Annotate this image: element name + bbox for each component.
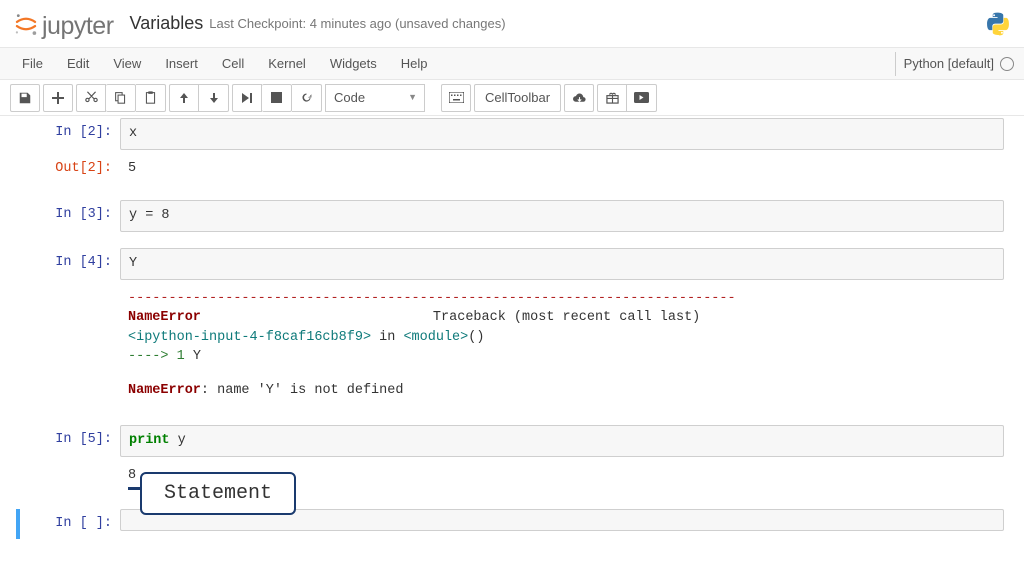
code-input[interactable]: y = 8 xyxy=(120,200,1004,232)
arrow-up-icon xyxy=(178,92,190,104)
paste-icon xyxy=(144,91,157,104)
code-input[interactable]: Y xyxy=(120,248,1004,280)
paste-button[interactable] xyxy=(136,84,166,112)
menu-view[interactable]: View xyxy=(101,50,153,77)
logo[interactable]: jupyter xyxy=(6,4,120,43)
notebook-title[interactable]: Variables xyxy=(130,13,204,34)
keyboard-icon xyxy=(449,92,464,103)
code-cell[interactable]: In [4]: Y xyxy=(20,248,1004,280)
output-text: 5 xyxy=(120,154,1004,184)
checkpoint-text: Last Checkpoint: 4 minutes ago (unsaved … xyxy=(209,16,505,31)
cloud-download-button[interactable] xyxy=(564,84,594,112)
arrow-down-icon xyxy=(208,92,220,104)
plus-icon xyxy=(52,92,64,104)
menu-insert[interactable]: Insert xyxy=(153,50,210,77)
save-icon xyxy=(18,91,32,105)
move-down-button[interactable] xyxy=(199,84,229,112)
stop-icon xyxy=(271,92,282,103)
menu-file[interactable]: File xyxy=(10,50,55,77)
cut-button[interactable] xyxy=(76,84,106,112)
logo-text: jupyter xyxy=(42,12,114,41)
menu-edit[interactable]: Edit xyxy=(55,50,101,77)
interrupt-button[interactable] xyxy=(262,84,292,112)
cut-icon xyxy=(85,91,98,104)
annotation-label: Statement xyxy=(140,472,296,515)
code-cell[interactable]: In [2]: x xyxy=(20,118,1004,150)
command-palette-button[interactable] xyxy=(441,84,471,112)
code-cell[interactable]: In [3]: y = 8 xyxy=(20,200,1004,232)
empty-prompt xyxy=(20,284,120,406)
jupyter-planet-icon xyxy=(12,6,40,34)
cloud-download-icon xyxy=(572,92,587,104)
toolbar: Code CellToolbar xyxy=(0,80,1024,116)
menu-widgets[interactable]: Widgets xyxy=(318,50,389,77)
code-cell[interactable]: In [5]: print y xyxy=(20,425,1004,457)
menubar: File Edit View Insert Cell Kernel Widget… xyxy=(0,48,1024,80)
empty-prompt xyxy=(20,461,120,495)
run-button[interactable] xyxy=(232,84,262,112)
code-input[interactable]: print y xyxy=(120,425,1004,457)
nbextensions-button[interactable] xyxy=(597,84,627,112)
kernel-name: Python [default] xyxy=(904,56,994,71)
output-prompt: Out[2]: xyxy=(20,154,120,185)
celltoolbar-button[interactable]: CellToolbar xyxy=(474,84,561,112)
kernel-indicator[interactable]: Python [default] xyxy=(895,52,1014,76)
menu-cell[interactable]: Cell xyxy=(210,50,256,77)
input-prompt: In [3]: xyxy=(20,200,120,232)
gift-icon xyxy=(606,91,619,104)
error-output: ----------------------------------------… xyxy=(20,284,1004,406)
input-prompt: In [4]: xyxy=(20,248,120,280)
menu-kernel[interactable]: Kernel xyxy=(256,50,318,77)
traceback: ----------------------------------------… xyxy=(120,284,1004,406)
header: jupyter Variables Last Checkpoint: 4 min… xyxy=(0,0,1024,48)
output-cell: Out[2]: 5 xyxy=(20,154,1004,185)
step-forward-icon xyxy=(241,92,253,104)
save-button[interactable] xyxy=(10,84,40,112)
python-logo-icon xyxy=(984,10,1012,38)
input-prompt: In [2]: xyxy=(20,118,120,150)
celltype-select[interactable]: Code xyxy=(325,84,425,112)
refresh-icon xyxy=(300,91,313,104)
menu-help[interactable]: Help xyxy=(389,50,440,77)
add-cell-button[interactable] xyxy=(43,84,73,112)
restart-button[interactable] xyxy=(292,84,322,112)
presentation-button[interactable] xyxy=(627,84,657,112)
code-input[interactable]: x xyxy=(120,118,1004,150)
move-up-button[interactable] xyxy=(169,84,199,112)
input-prompt: In [5]: xyxy=(20,425,120,457)
kernel-status-icon xyxy=(1000,57,1014,71)
presentation-icon xyxy=(634,92,649,104)
copy-button[interactable] xyxy=(106,84,136,112)
input-prompt: In [ ]: xyxy=(20,509,120,540)
copy-icon xyxy=(114,91,127,104)
